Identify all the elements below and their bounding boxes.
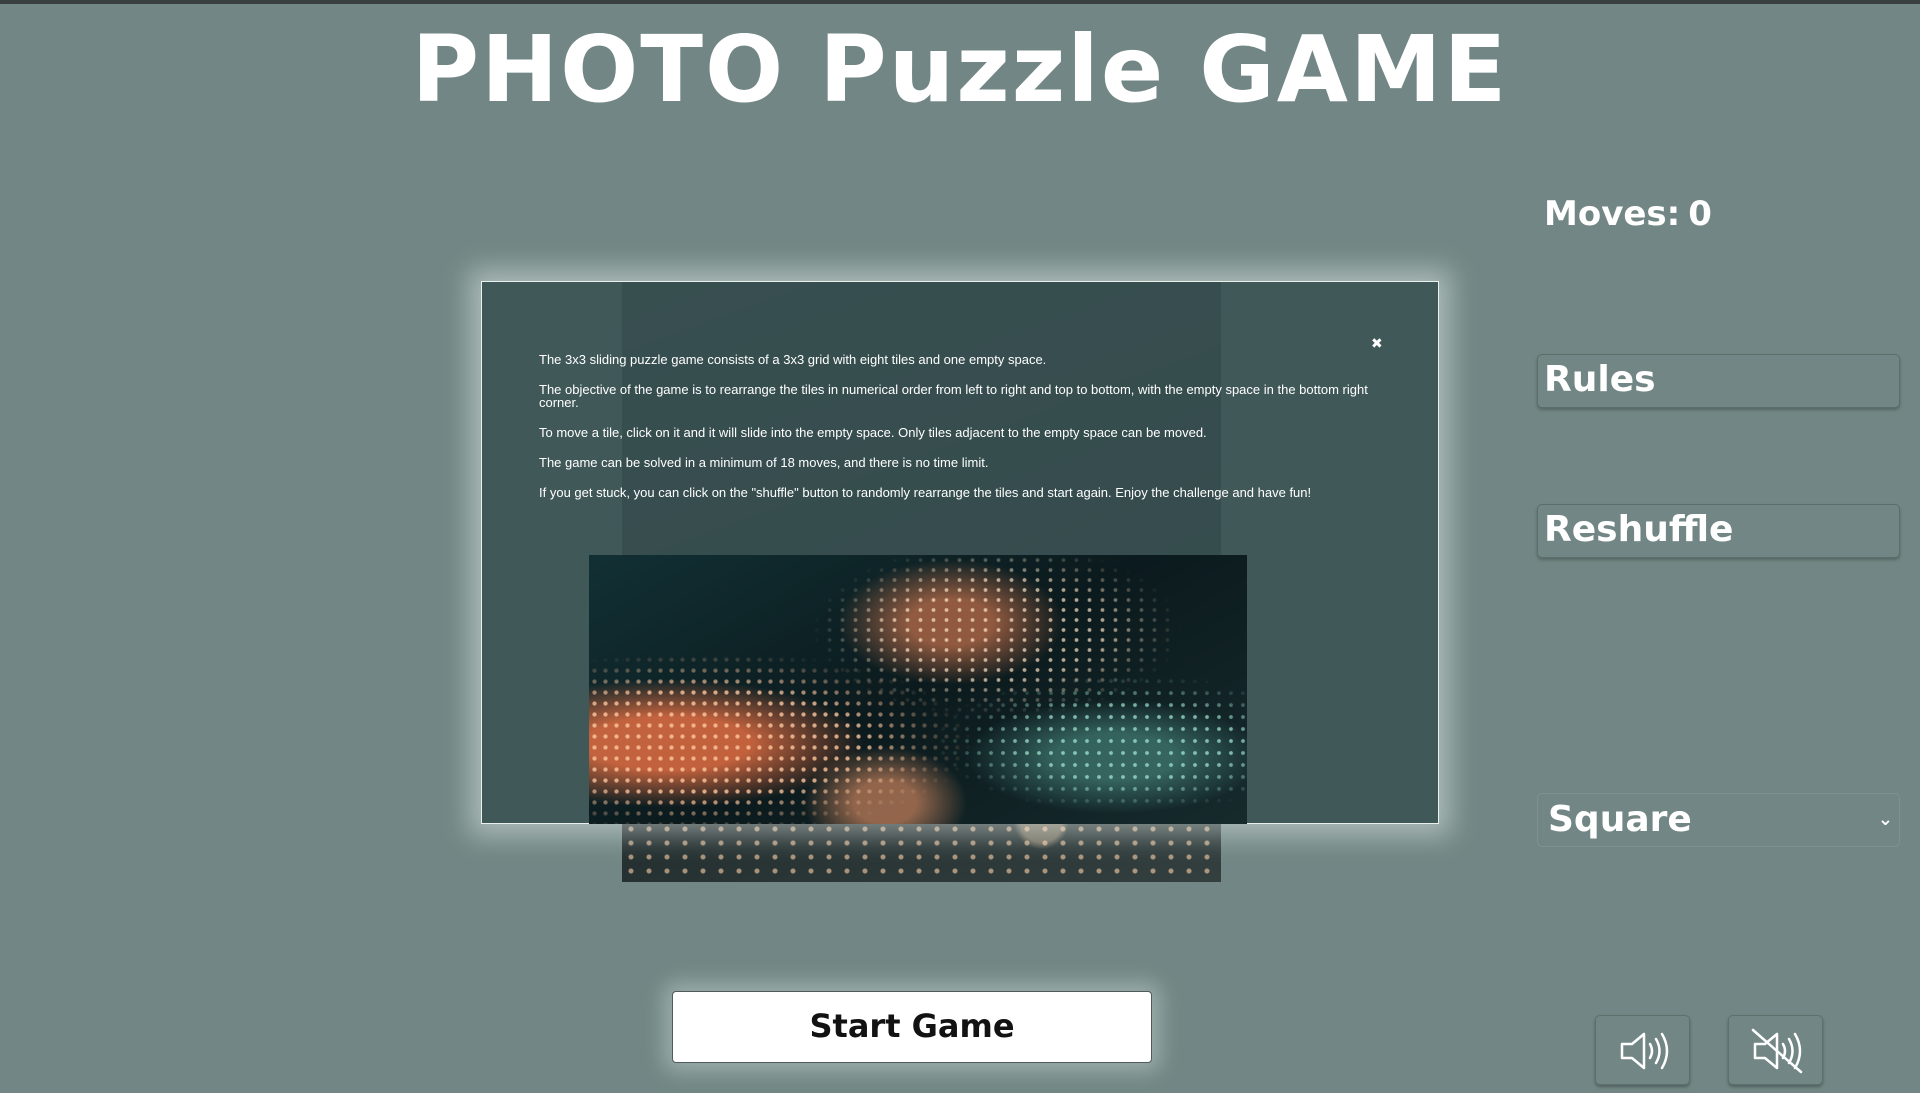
close-icon[interactable]: ✖: [1371, 336, 1383, 352]
sound-off-button[interactable]: [1728, 1015, 1823, 1085]
rules-text: The 3x3 sliding puzzle game consists of …: [539, 353, 1389, 516]
moves-value: 0: [1688, 194, 1712, 234]
reshuffle-button[interactable]: Reshuffle: [1537, 504, 1900, 558]
rules-modal: ✖ The 3x3 sliding puzzle game consists o…: [481, 281, 1439, 824]
shape-select-value: Square: [1548, 799, 1692, 840]
rules-button[interactable]: Rules: [1537, 354, 1900, 408]
sound-on-button[interactable]: [1595, 1015, 1690, 1085]
chevron-down-icon: ⌄: [1877, 809, 1893, 830]
board-image-lights: [622, 822, 1221, 882]
speaker-on-icon: [1620, 1032, 1669, 1070]
start-game-button[interactable]: Start Game: [672, 991, 1152, 1063]
speaker-mute-icon: [1751, 1028, 1803, 1074]
reference-image-lights: [589, 555, 1247, 824]
rules-paragraph: If you get stuck, you can click on the "…: [539, 485, 1312, 500]
rules-paragraph: The objective of the game is to rearrang…: [539, 382, 1368, 410]
moves-counter: Moves: 0: [1544, 194, 1720, 234]
rules-paragraph: To move a tile, click on it and it will …: [539, 425, 1207, 440]
moves-label: Moves:: [1544, 194, 1681, 234]
page-title: PHOTO Puzzle GAME: [411, 16, 1509, 123]
shape-select[interactable]: Square ⌄: [1537, 793, 1900, 847]
rules-paragraph: The game can be solved in a minimum of 1…: [539, 455, 989, 470]
rules-paragraph: The 3x3 sliding puzzle game consists of …: [539, 352, 1047, 367]
reference-image: [589, 555, 1247, 824]
